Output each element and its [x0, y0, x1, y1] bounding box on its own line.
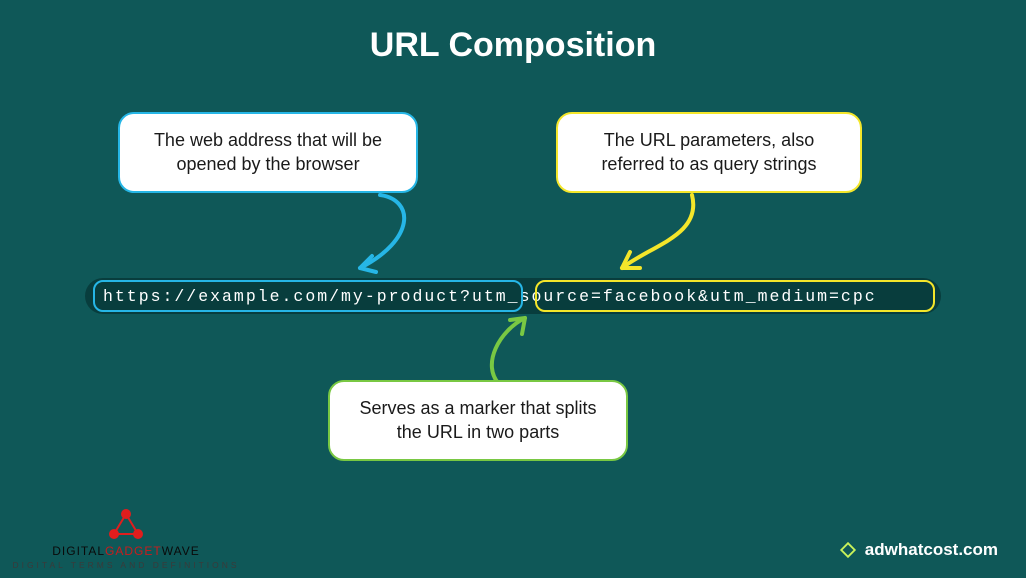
brand-left-logo-icon: [6, 508, 246, 542]
callout-url-params-text: The URL parameters, also referred to as …: [601, 130, 816, 174]
brand-left-prefix: DIGITAL: [52, 544, 105, 558]
url-bar: https://example.com/my-product?utm_sourc…: [85, 278, 941, 314]
callout-marker-text: Serves as a marker that splits the URL i…: [359, 398, 596, 442]
callout-web-address-text: The web address that will be opened by t…: [154, 130, 382, 174]
brand-left-name: DIGITALGADGETWAVE: [6, 544, 246, 558]
arrow-blue: [320, 190, 440, 290]
callout-marker: Serves as a marker that splits the URL i…: [328, 380, 628, 461]
url-segment-query: utm_source=facebook&utm_medium=cpc: [472, 287, 877, 306]
brand-digitalgadgetwave: DIGITALGADGETWAVE DIGITAL TERMS AND DEFI…: [6, 508, 246, 570]
brand-logo-icon: [839, 541, 857, 559]
brand-left-highlight: GADGET: [105, 544, 162, 558]
brand-left-suffix: WAVE: [162, 544, 200, 558]
arrow-green: [470, 310, 590, 390]
brand-left-tagline: DIGITAL TERMS AND DEFINITIONS: [6, 560, 246, 570]
slide: URL Composition The web address that wil…: [0, 0, 1026, 578]
url-segment-path: https://example.com/my-product: [103, 287, 460, 306]
brand-adwhatcost: adwhatcost.com: [839, 540, 998, 560]
arrow-yellow: [592, 190, 712, 290]
callout-url-params: The URL parameters, also referred to as …: [556, 112, 862, 193]
callout-web-address: The web address that will be opened by t…: [118, 112, 418, 193]
url-text: https://example.com/my-product?utm_sourc…: [103, 278, 877, 314]
page-title: URL Composition: [0, 26, 1026, 65]
brand-adwhatcost-text: adwhatcost.com: [865, 540, 998, 560]
url-segment-qmark: ?: [460, 287, 472, 306]
